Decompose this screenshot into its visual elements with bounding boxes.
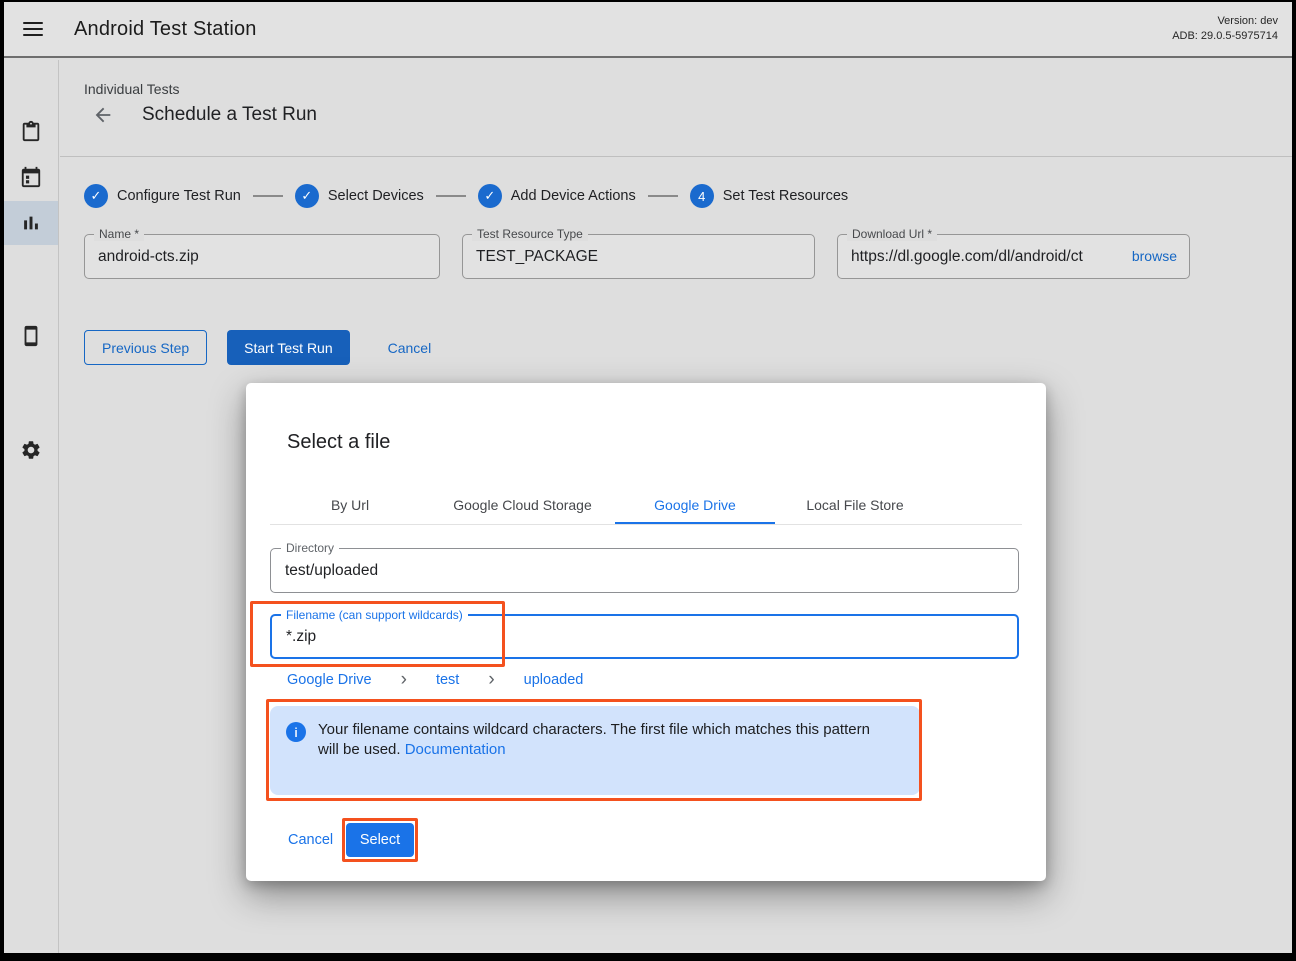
step-label: Configure Test Run <box>117 188 241 204</box>
download-url-value: https://dl.google.com/dl/android/ct <box>838 235 1128 278</box>
sidebar-item-settings[interactable] <box>4 428 58 472</box>
tab-local-file-store[interactable]: Local File Store <box>775 486 935 524</box>
sidebar-item-test-plans[interactable] <box>4 155 58 199</box>
chevron-right-icon: › <box>401 673 407 687</box>
step-check-icon: ✓ <box>295 184 319 208</box>
step-label: Set Test Resources <box>723 188 848 204</box>
clipboard-icon <box>20 120 42 142</box>
sidebar <box>4 60 59 953</box>
section-divider <box>60 156 1292 157</box>
breadcrumb-google-drive[interactable]: Google Drive <box>287 672 372 688</box>
documentation-link[interactable]: Documentation <box>405 741 506 758</box>
step-configure-test-run[interactable]: ✓ Configure Test Run <box>84 184 241 208</box>
tab-google-cloud-storage[interactable]: Google Cloud Storage <box>430 486 615 524</box>
dialog-title: Select a file <box>287 431 390 454</box>
dialog-tabs: By Url Google Cloud Storage Google Drive… <box>270 486 1022 525</box>
resource-type-field[interactable]: Test Resource Type TEST_PACKAGE <box>462 234 815 279</box>
section-label: Individual Tests <box>84 81 179 97</box>
step-select-devices[interactable]: ✓ Select Devices <box>295 184 424 208</box>
resource-name-label: Name * <box>94 227 144 241</box>
download-url-label: Download Url * <box>847 227 937 241</box>
start-test-run-button[interactable]: Start Test Run <box>227 330 349 365</box>
app-window: Android Test Station Version: dev ADB: 2… <box>4 2 1292 953</box>
sidebar-item-test-suites[interactable] <box>4 109 58 153</box>
drive-breadcrumb: Google Drive › test › uploaded <box>287 672 583 688</box>
breadcrumb-uploaded[interactable]: uploaded <box>524 672 584 688</box>
adb-version-label: ADB: 29.0.5-5975714 <box>1172 29 1278 44</box>
step-label: Select Devices <box>328 188 424 204</box>
directory-value: test/uploaded <box>271 549 1018 592</box>
sidebar-item-test-results[interactable] <box>4 201 58 245</box>
step-number-badge: 4 <box>690 184 714 208</box>
step-check-icon: ✓ <box>84 184 108 208</box>
step-set-test-resources[interactable]: 4 Set Test Resources <box>690 184 848 208</box>
dialog-select-button[interactable]: Select <box>346 823 414 857</box>
browse-link[interactable]: browse <box>1128 235 1189 278</box>
sidebar-item-devices[interactable] <box>4 314 58 358</box>
back-arrow-icon[interactable] <box>92 104 114 126</box>
dialog-cancel-button[interactable]: Cancel <box>288 832 333 848</box>
step-connector <box>436 195 466 197</box>
calendar-icon <box>20 166 42 188</box>
hamburger-menu-icon[interactable] <box>23 18 43 40</box>
step-label: Add Device Actions <box>511 188 636 204</box>
chevron-right-icon: › <box>488 673 494 687</box>
page-title: Schedule a Test Run <box>142 104 317 126</box>
stepper: ✓ Configure Test Run ✓ Select Devices ✓ … <box>84 184 848 208</box>
smartphone-icon <box>20 325 42 347</box>
download-url-field[interactable]: Download Url * https://dl.google.com/dl/… <box>837 234 1190 279</box>
gear-icon <box>20 439 42 461</box>
info-icon: i <box>286 722 306 742</box>
wildcard-info-alert: i Your filename contains wildcard charac… <box>270 706 920 795</box>
resource-name-field[interactable]: Name * android-cts.zip <box>84 234 440 279</box>
alert-message: Your filename contains wildcard characte… <box>318 721 870 758</box>
resource-type-value: TEST_PACKAGE <box>463 235 814 278</box>
cancel-button[interactable]: Cancel <box>388 340 432 356</box>
step-check-icon: ✓ <box>478 184 502 208</box>
app-title: Android Test Station <box>74 18 257 41</box>
directory-field[interactable]: Directory test/uploaded <box>270 548 1019 593</box>
alert-text: Your filename contains wildcard characte… <box>318 720 880 781</box>
step-connector <box>253 195 283 197</box>
step-connector <box>648 195 678 197</box>
select-file-dialog: Select a file By Url Google Cloud Storag… <box>246 383 1046 881</box>
filename-value: *.zip <box>272 616 1017 657</box>
test-resource-fields: Name * android-cts.zip Test Resource Typ… <box>84 234 1190 279</box>
version-label: Version: dev <box>1172 14 1278 29</box>
resource-name-value: android-cts.zip <box>85 235 439 278</box>
previous-step-button[interactable]: Previous Step <box>84 330 207 365</box>
filename-field[interactable]: Filename (can support wildcards) *.zip <box>270 614 1019 659</box>
tab-google-drive[interactable]: Google Drive <box>615 486 775 524</box>
header-meta: Version: dev ADB: 29.0.5-5975714 <box>1172 14 1278 44</box>
breadcrumb-test[interactable]: test <box>436 672 459 688</box>
tab-by-url[interactable]: By Url <box>270 486 430 524</box>
app-header: Android Test Station Version: dev ADB: 2… <box>4 2 1292 58</box>
form-actions: Previous Step Start Test Run Cancel <box>84 330 431 365</box>
step-add-device-actions[interactable]: ✓ Add Device Actions <box>478 184 636 208</box>
filename-label: Filename (can support wildcards) <box>281 608 468 622</box>
bar-chart-icon <box>20 212 42 234</box>
resource-type-label: Test Resource Type <box>472 227 588 241</box>
directory-label: Directory <box>281 541 339 555</box>
